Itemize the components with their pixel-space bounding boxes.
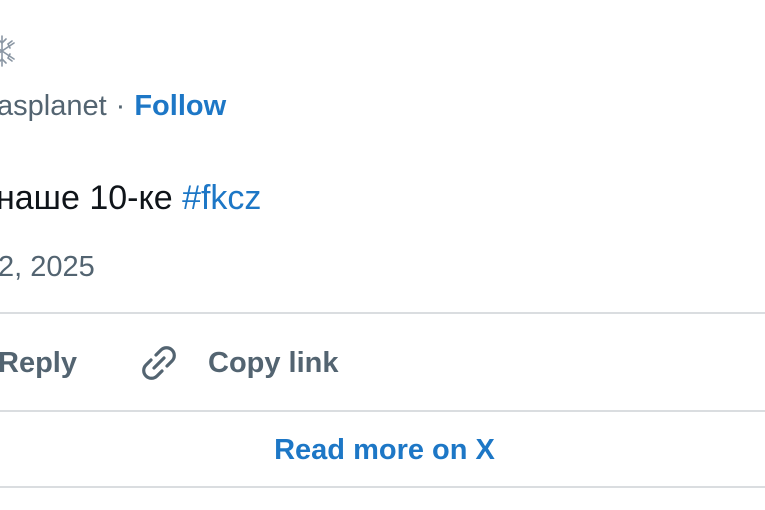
author-handle[interactable]: asplanet <box>0 86 107 126</box>
divider-top <box>0 312 765 314</box>
copy-link-label: Copy link <box>208 347 339 379</box>
author-row: asplanet · Follow <box>0 86 226 126</box>
tweet-date[interactable]: 2, 2025 <box>0 248 95 286</box>
divider-bottom <box>0 486 765 488</box>
snowflake-icon <box>0 34 16 68</box>
reply-button[interactable]: Reply <box>0 336 77 390</box>
action-bar: Reply Copy link <box>0 336 765 390</box>
embedded-tweet-card: asplanet · Follow наше 10-ке #fkcz 2, 20… <box>0 0 765 510</box>
tweet-text: наше 10-ке #fkcz <box>0 176 261 220</box>
tweet-body-text: наше 10-ке <box>0 179 173 217</box>
follow-button[interactable]: Follow <box>134 86 226 126</box>
separator-dot: · <box>115 90 126 122</box>
read-more-on-x-link[interactable]: Read more on X <box>0 428 765 472</box>
copy-link-button[interactable]: Copy link <box>138 336 339 390</box>
read-more-label: Read more on X <box>274 434 495 466</box>
divider-middle <box>0 410 765 412</box>
hashtag-link[interactable]: #fkcz <box>182 179 261 217</box>
link-icon <box>138 342 180 384</box>
